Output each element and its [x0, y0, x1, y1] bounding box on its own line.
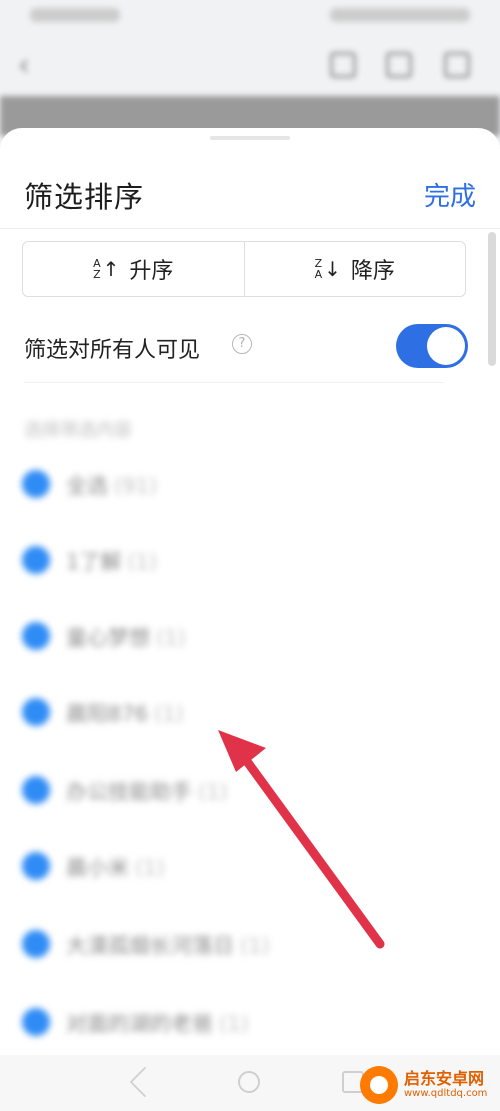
sort-ascending-label: 升序: [129, 259, 174, 284]
checked-icon: [22, 930, 50, 958]
sort-descending-button[interactable]: Z A ↓ 降序: [243, 242, 466, 296]
sort-button-group: A Z ↑ 升序 Z A ↓ 降序: [22, 241, 466, 297]
done-button[interactable]: 完成: [424, 176, 476, 213]
nav-home-icon[interactable]: [238, 1071, 260, 1093]
visibility-toggle[interactable]: [396, 324, 468, 368]
list-item-label: 对面的湖的老爸: [66, 1012, 213, 1036]
background-icon: [330, 52, 356, 78]
list-item-label: 办公技能助手: [66, 780, 192, 804]
watermark-logo-icon: [360, 1066, 398, 1104]
checked-icon: [22, 698, 50, 726]
list-item-count: (1): [135, 856, 165, 880]
sort-descending-icon-bottom: A: [314, 268, 323, 281]
list-item-count: (1): [219, 1012, 249, 1036]
list-item-label: 大漠孤烟长河落日: [66, 934, 234, 958]
checked-icon: [22, 622, 50, 650]
list-item-count: (1): [156, 626, 186, 650]
list-item-label: 晨小米: [66, 856, 129, 880]
sheet-handle[interactable]: [210, 136, 290, 140]
list-item[interactable]: 晨小米 (1): [22, 850, 342, 882]
list-item[interactable]: 大漠孤烟长河落日 (1): [22, 928, 342, 960]
list-item-label: 1了解: [66, 550, 122, 574]
watermark-brand: 启东安卓网: [404, 1069, 485, 1088]
list-item-label: 晨阳876: [66, 702, 149, 726]
watermark-url: www.qdltdq.com: [404, 1088, 488, 1099]
list-item[interactable]: 晨阳876 (1): [22, 696, 342, 728]
filter-sort-sheet: 筛选排序 完成 A Z ↑ 升序 Z A ↓ 降序 筛选对所有人可见 ? 选择筛…: [0, 128, 500, 1111]
list-item[interactable]: 童心梦想 (1): [22, 620, 342, 652]
visibility-label: 筛选对所有人可见: [24, 338, 201, 363]
visibility-row: 筛选对所有人可见 ?: [24, 324, 468, 368]
scrollbar[interactable]: [488, 232, 496, 366]
list-item-count: (1): [240, 934, 270, 958]
help-icon[interactable]: ?: [232, 334, 252, 354]
checked-icon: [22, 546, 50, 574]
background-icon: [386, 52, 412, 78]
list-item[interactable]: 全选 (91): [22, 468, 342, 500]
list-item-label: 全选: [66, 474, 108, 498]
divider: [24, 382, 444, 383]
background-toolbar: ‹: [0, 34, 500, 94]
sheet-title: 筛选排序: [24, 180, 145, 214]
list-item-label: 童心梦想: [66, 626, 150, 650]
toggle-knob: [427, 327, 465, 365]
nav-back-icon[interactable]: [129, 1066, 161, 1098]
list-item[interactable]: 办公技能助手 (1): [22, 774, 342, 806]
list-item[interactable]: 对面的湖的老爸 (1): [22, 1006, 342, 1038]
divider: [0, 228, 500, 229]
sort-descending-icon: Z A ↓: [314, 256, 341, 281]
back-icon: ‹: [18, 48, 30, 83]
checked-icon: [22, 470, 50, 498]
section-hint: 选择筛选内容: [24, 420, 132, 441]
checked-icon: [22, 852, 50, 880]
sort-ascending-icon: A Z ↑: [93, 256, 120, 281]
list-item-count: (1): [198, 780, 228, 804]
list-item-count: (91): [114, 474, 158, 498]
list-item-count: (1): [154, 702, 184, 726]
checked-icon: [22, 1008, 50, 1036]
sort-ascending-button[interactable]: A Z ↑ 升序: [23, 242, 244, 296]
background-icon: [444, 52, 470, 78]
checked-icon: [22, 776, 50, 804]
list-item-count: (1): [127, 550, 158, 574]
status-bar: [0, 0, 500, 34]
sort-ascending-icon-bottom: Z: [93, 268, 101, 281]
watermark: 启东安卓网 www.qdltdq.com: [360, 1065, 496, 1105]
list-item[interactable]: 1了解 (1): [22, 544, 342, 576]
sort-descending-label: 降序: [350, 259, 395, 284]
